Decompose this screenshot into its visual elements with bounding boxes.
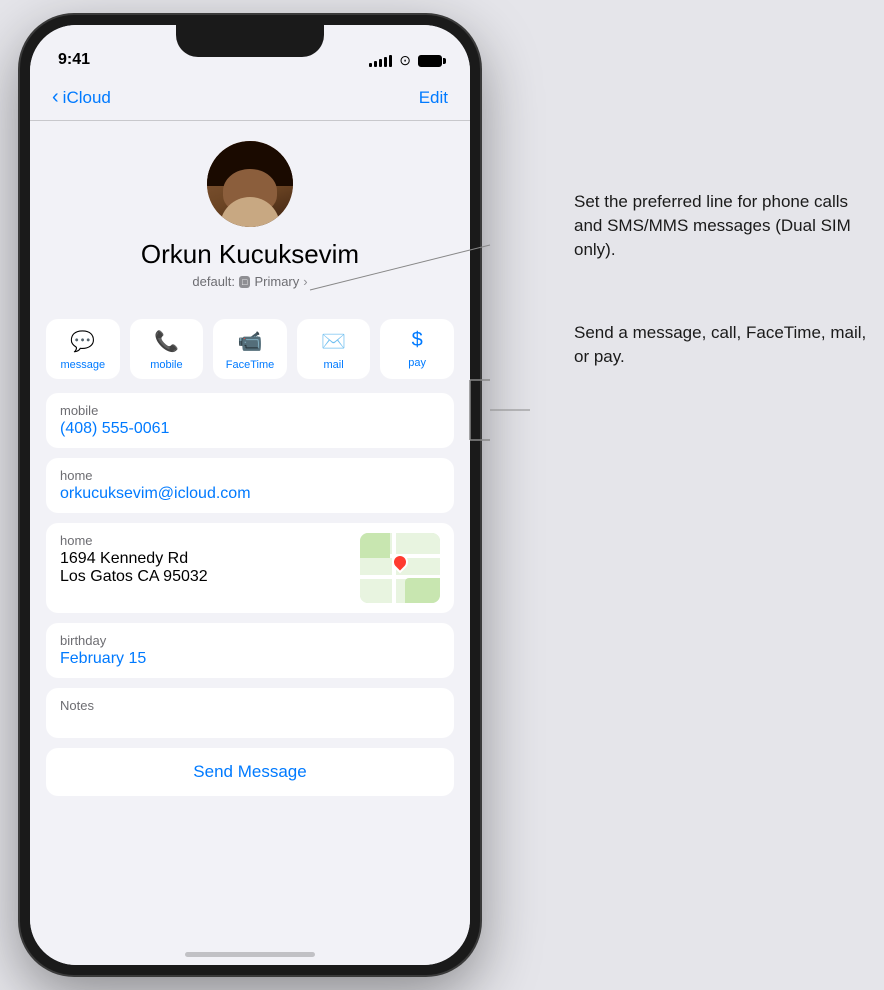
mail-icon: ✉️ [321,329,346,354]
map-area [405,578,440,603]
primary-chevron-icon: › [303,274,307,289]
notes-section[interactable]: Notes [46,688,454,738]
mobile-field-label: mobile [60,403,440,418]
signal-icon [369,55,392,67]
phone-icon: 📞 [154,329,179,354]
pay-label: pay [408,357,426,369]
birthday-value: February 15 [60,650,440,668]
pay-button[interactable]: $ pay [380,319,454,379]
mail-label: mail [323,359,343,371]
sim-badge: □ [239,276,250,288]
notch [176,25,324,57]
address-line1: 1694 Kennedy Rd [60,550,360,568]
facetime-icon: 📹 [238,329,263,354]
facetime-label: FaceTime [226,359,275,371]
facetime-button[interactable]: 📹 FaceTime [213,319,287,379]
notes-label: Notes [60,698,440,713]
contact-default-line[interactable]: default: □ Primary › [192,274,307,289]
back-button[interactable]: ‹ iCloud [52,88,111,108]
mobile-section: mobile (408) 555-0061 [46,393,454,448]
map-pin-icon [390,554,410,574]
birthday-field-label: birthday [60,633,440,648]
email-section: home orkucuksevim@icloud.com [46,458,454,513]
back-chevron-icon: ‹ [52,87,59,107]
callout-bottom-text: Send a message, call, FaceTime, mail, or… [574,323,866,366]
message-icon: 💬 [70,329,95,354]
battery-icon [418,55,442,67]
address-field-label: home [60,533,360,548]
contact-name: Orkun Kucuksevim [141,239,359,270]
map-thumbnail[interactable] [360,533,440,603]
address-text-block: home 1694 Kennedy Rd Los Gatos CA 95032 [60,533,360,586]
message-button[interactable]: 💬 message [46,319,120,379]
status-icons: ⊙ [369,52,442,69]
callout-top-text: Set the preferred line for phone calls a… [574,192,851,259]
birthday-row[interactable]: birthday February 15 [46,623,454,678]
edit-button[interactable]: Edit [419,88,448,108]
avatar [207,141,293,227]
pay-icon: $ [412,329,423,352]
action-buttons-row: 💬 message 📞 mobile 📹 FaceTime ✉️ mail [30,305,470,393]
screen: 9:41 ⊙ ‹ iCloud [30,25,470,965]
address-row[interactable]: home 1694 Kennedy Rd Los Gatos CA 95032 [46,523,454,613]
callout-bottom: Send a message, call, FaceTime, mail, or… [574,321,874,369]
content-scroll[interactable]: Orkun Kucuksevim default: □ Primary › 💬 … [30,121,470,965]
address-section[interactable]: home 1694 Kennedy Rd Los Gatos CA 95032 [46,523,454,613]
back-label: iCloud [63,88,111,108]
message-label: message [60,359,105,371]
callout-top: Set the preferred line for phone calls a… [574,190,874,261]
birthday-section: birthday February 15 [46,623,454,678]
mobile-row[interactable]: mobile (408) 555-0061 [46,393,454,448]
send-message-button[interactable]: Send Message [46,748,454,796]
default-text: default: [192,274,235,289]
callout-area: Set the preferred line for phone calls a… [574,190,874,369]
email-value[interactable]: orkucuksevim@icloud.com [60,485,440,503]
wifi-icon: ⊙ [399,52,411,69]
address-line2: Los Gatos CA 95032 [60,568,360,586]
email-row[interactable]: home orkucuksevim@icloud.com [46,458,454,513]
primary-label: Primary [254,274,299,289]
navigation-bar: ‹ iCloud Edit [30,75,470,121]
mail-button[interactable]: ✉️ mail [297,319,371,379]
profile-section: Orkun Kucuksevim default: □ Primary › [30,121,470,305]
mobile-label: mobile [150,359,182,371]
map-area [360,533,390,558]
home-indicator[interactable] [185,952,315,957]
mobile-button[interactable]: 📞 mobile [130,319,204,379]
status-time: 9:41 [58,51,90,69]
email-field-label: home [60,468,440,483]
mobile-value[interactable]: (408) 555-0061 [60,420,440,438]
phone-frame: 9:41 ⊙ ‹ iCloud [20,15,480,975]
